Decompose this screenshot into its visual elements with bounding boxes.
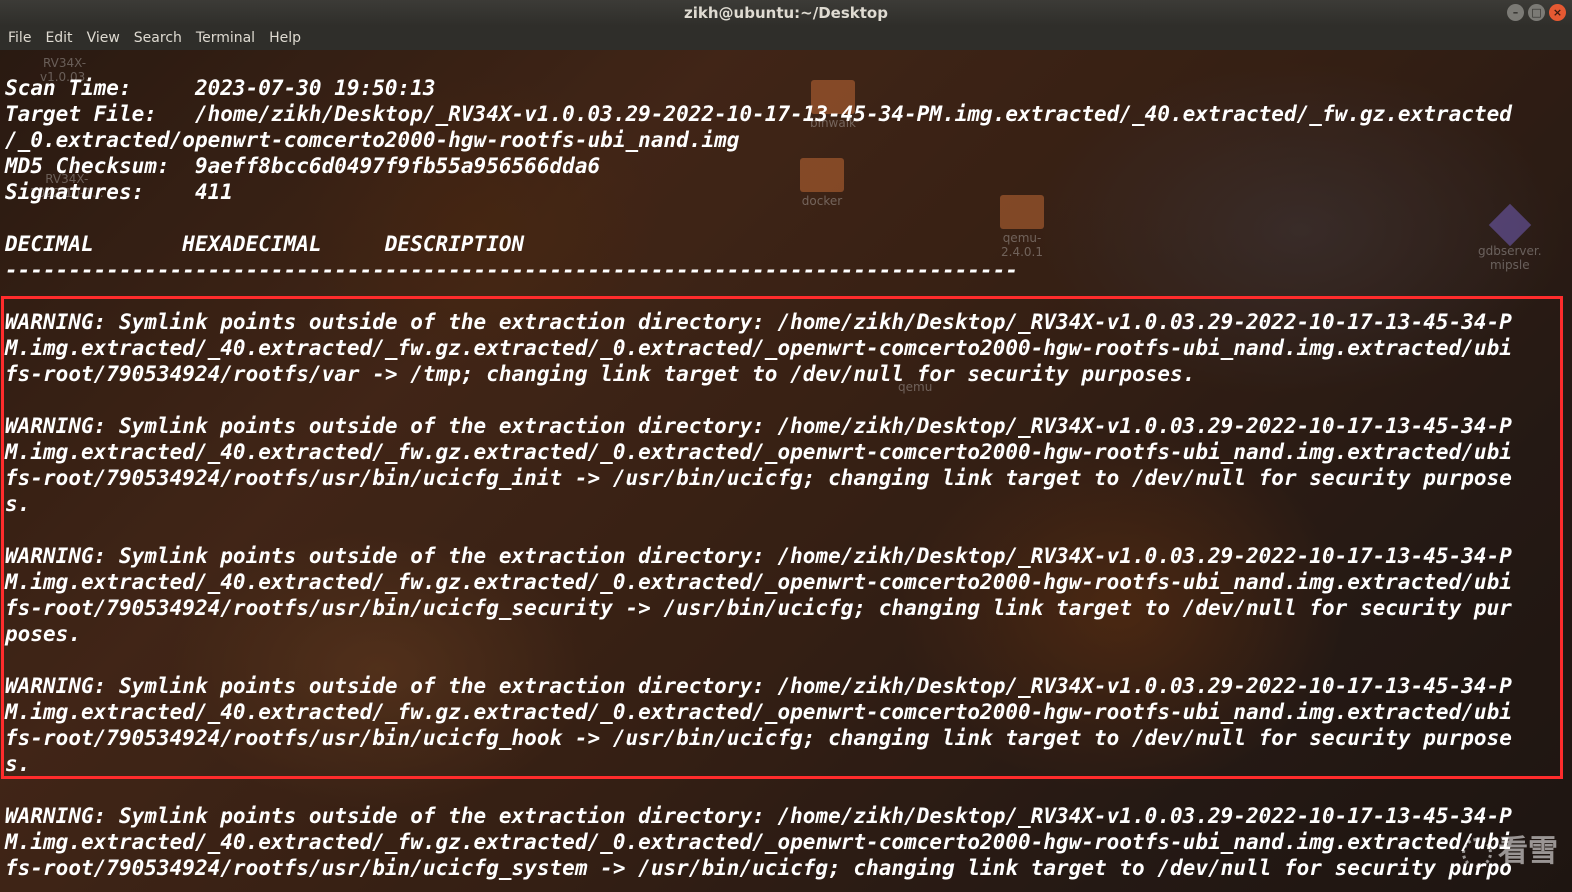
warning-line (5, 777, 1512, 803)
menu-file[interactable]: File (0, 26, 37, 50)
minimize-button[interactable]: – (1507, 4, 1524, 21)
window-controls: – □ × (1507, 4, 1566, 21)
output-line: Target File: /home/zikh/Desktop/_RV34X-v… (5, 102, 1512, 126)
terminal-area[interactable]: RV34X- v1.0.03. RV34X- 2022-10-1... binw… (0, 50, 1572, 892)
menu-bar: File Edit View Search Terminal Help (0, 26, 1572, 50)
highlight-annotation-box (1, 296, 1563, 779)
watermark-text: 看雪 (1498, 834, 1558, 869)
watermark: 看雪 (1462, 826, 1558, 870)
terminal-window: zikh@ubuntu:~/Desktop – □ × File Edit Vi… (0, 0, 1572, 892)
warning-line: WARNING: Symlink points outside of the e… (5, 804, 1512, 828)
output-line: /_0.extracted/openwrt-comcerto2000-hgw-r… (5, 128, 740, 152)
warning-line: M.img.extracted/_40.extracted/_fw.gz.ext… (5, 830, 1512, 854)
menu-view[interactable]: View (79, 26, 126, 50)
output-line: Signatures: 411 (5, 180, 233, 204)
output-line: Scan Time: 2023-07-30 19:50:13 (5, 76, 436, 100)
output-line: MD5 Checksum: 9aeff8bcc6d0497f9fb55a9565… (5, 154, 601, 178)
ghost-label: RV34X- (42, 56, 87, 70)
output-line: DECIMAL HEXADECIMAL DESCRIPTION (5, 232, 525, 256)
menu-help[interactable]: Help (261, 26, 307, 50)
menu-terminal[interactable]: Terminal (188, 26, 261, 50)
maximize-button[interactable]: □ (1528, 4, 1545, 21)
watermark-snowflake-icon (1462, 837, 1492, 868)
title-bar[interactable]: zikh@ubuntu:~/Desktop – □ × (0, 0, 1572, 26)
warning-line: fs-root/790534924/rootfs/usr/bin/ucicfg_… (5, 856, 1512, 880)
output-line: ----------------------------------------… (5, 258, 1019, 282)
menu-edit[interactable]: Edit (37, 26, 78, 50)
close-button[interactable]: × (1549, 4, 1566, 21)
window-title: zikh@ubuntu:~/Desktop (684, 4, 888, 22)
menu-search[interactable]: Search (126, 26, 188, 50)
